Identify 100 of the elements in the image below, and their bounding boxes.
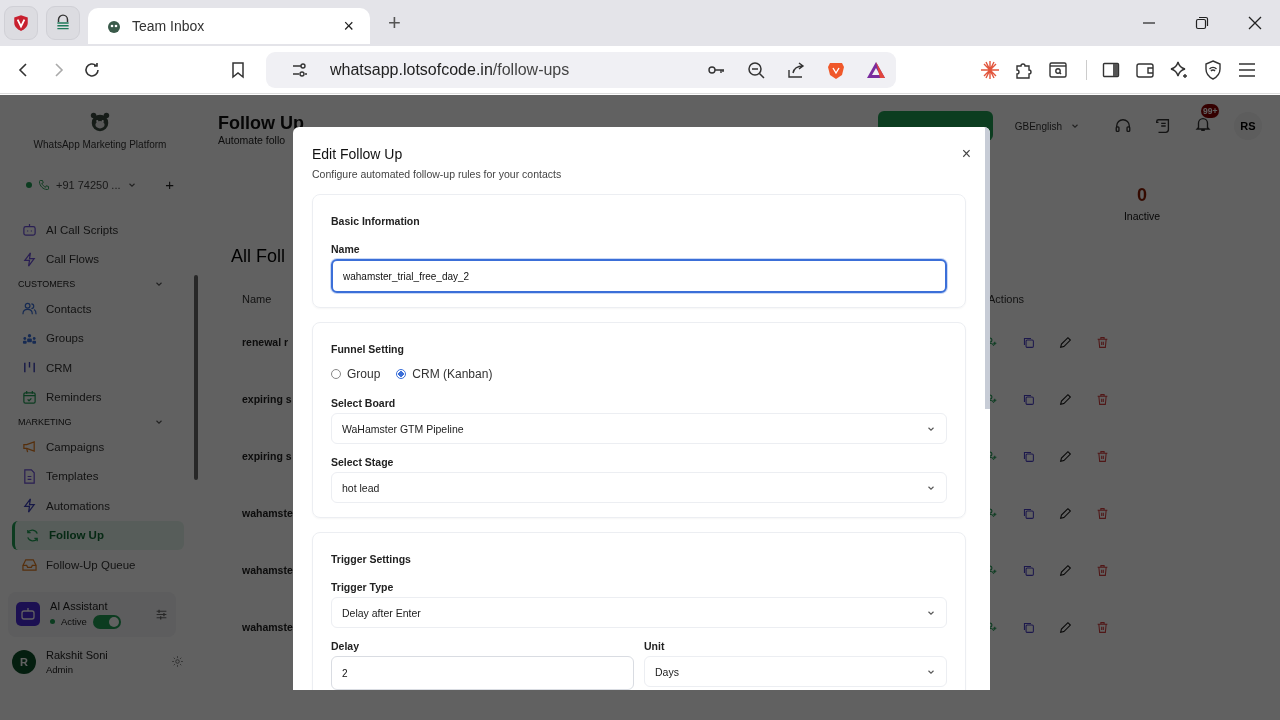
megaphone-icon (22, 439, 37, 455)
brand-name: WhatsApp Marketing Platform (33, 139, 167, 150)
dialog-title: Edit Follow Up (312, 146, 403, 162)
field-label: Select Board (331, 397, 397, 409)
nav-item[interactable]: Automations (0, 491, 184, 521)
nav-item[interactable]: CRM (0, 353, 184, 383)
table-cell-text: wahamste (241, 619, 293, 635)
dialog-subtitle: Configure automated follow-up rules for your contacts (312, 168, 563, 180)
column-header: Actions (987, 293, 1025, 307)
nav-item[interactable]: Contacts (0, 294, 184, 324)
trash-icon[interactable] (1096, 450, 1109, 463)
close-icon[interactable] (1248, 16, 1262, 30)
toggle-switch[interactable] (92, 614, 121, 629)
section-heading: Basic Information (331, 215, 421, 227)
edit-icon[interactable] (1059, 507, 1072, 520)
robot-icon (16, 602, 40, 626)
address-bar[interactable]: whatsapp.lotsofcode.in/follow-ups (266, 51, 896, 88)
close-tab-button[interactable]: × (339, 15, 358, 37)
section-heading: Trigger Settings (331, 553, 412, 565)
copy-icon[interactable] (1022, 336, 1035, 349)
nav-item[interactable]: Templates (0, 461, 184, 491)
field-label: Select Stage (331, 456, 395, 468)
close-button[interactable]: × (961, 145, 971, 163)
dropdown[interactable]: WaHamster GTM Pipeline (331, 413, 947, 444)
scrollbar[interactable] (194, 275, 198, 480)
copy-icon[interactable] (1022, 621, 1035, 634)
field-label: Delay (331, 640, 361, 652)
section-heading: Funnel Setting (331, 343, 405, 355)
field-label: Unit (644, 640, 666, 652)
table-cell-text: renewal r (241, 334, 289, 350)
radio-option[interactable]: CRM (Kanban) (396, 367, 493, 381)
headset-icon[interactable] (1114, 117, 1132, 135)
sparkle-icon[interactable] (980, 59, 1000, 80)
nav-item[interactable]: Call Flows (0, 244, 184, 274)
status-dot (50, 619, 55, 624)
phone-icon (38, 178, 50, 191)
bell-icon[interactable] (1194, 115, 1212, 133)
people-icon (22, 301, 37, 317)
table-title: All Foll (231, 246, 285, 267)
user-avatar[interactable]: R (12, 649, 36, 674)
trash-icon[interactable] (1096, 621, 1109, 634)
section-heading: CUSTOMERS (18, 279, 76, 289)
nav-item[interactable]: Campaigns (0, 432, 184, 462)
user-name: Rakshit Soni (46, 648, 109, 661)
page-subtitle: Automate follo (218, 133, 287, 146)
zoom-out-icon[interactable] (746, 59, 766, 80)
add-button[interactable]: + (165, 176, 174, 193)
calendar-icon (22, 389, 37, 405)
text-field[interactable]: wahamster_trial_free_day_2 (331, 259, 947, 293)
dropdown[interactable]: Days (644, 656, 947, 687)
scrollbar[interactable] (985, 127, 990, 409)
copy-icon[interactable] (1022, 507, 1035, 520)
new-tab-button[interactable]: + (388, 10, 401, 36)
nav-item[interactable]: AI Call Scripts (0, 215, 184, 245)
table-cell-text: expiring s (241, 391, 292, 407)
nav-item[interactable]: Reminders (0, 382, 184, 412)
scroll-icon[interactable] (1154, 117, 1172, 135)
lock-tab-icon[interactable] (46, 6, 80, 40)
phone-selector[interactable]: +91 74250 ... (26, 178, 137, 191)
dropdown[interactable]: hot lead (331, 472, 947, 503)
nav-item[interactable]: Groups (0, 323, 184, 353)
assistant-status: Active (61, 616, 87, 627)
language-selector[interactable]: GBEnglish (1014, 120, 1080, 132)
settings-icon[interactable] (171, 655, 184, 668)
browser-tab[interactable]: Team Inbox × (88, 8, 370, 44)
nav-item[interactable]: Follow-Up Queue (0, 550, 184, 580)
edit-icon[interactable] (1059, 336, 1072, 349)
shield-tab-icon[interactable] (4, 6, 38, 40)
table-cell-text: wahamste (241, 562, 293, 578)
dropdown[interactable]: Delay after Enter (331, 597, 947, 628)
text-field[interactable]: 2 (331, 656, 634, 690)
radio-option[interactable]: Group (331, 367, 381, 381)
edit-icon[interactable] (1059, 450, 1072, 463)
radio-button[interactable] (396, 369, 407, 379)
assistant-title: AI Assistant (50, 599, 109, 612)
trash-icon[interactable] (1096, 507, 1109, 520)
refresh-icon (25, 527, 40, 543)
trash-icon[interactable] (1096, 393, 1109, 406)
document-icon (22, 468, 37, 484)
robot-icon (22, 222, 37, 238)
restore-icon[interactable] (1195, 16, 1209, 30)
edit-icon[interactable] (1059, 564, 1072, 577)
edit-icon[interactable] (1059, 621, 1072, 634)
copy-icon[interactable] (1022, 393, 1035, 406)
star-sparkle-icon[interactable] (1169, 59, 1189, 80)
copy-icon[interactable] (1022, 564, 1035, 577)
trash-icon[interactable] (1096, 564, 1109, 577)
hamster-icon (106, 18, 122, 34)
notification-badge: 99+ (1201, 104, 1220, 118)
stat-label: Inactive (1123, 210, 1161, 222)
section-heading: MARKETING (18, 417, 72, 427)
nav-item[interactable]: Follow Up (12, 520, 184, 550)
user-role: Admin (46, 663, 74, 675)
copy-icon[interactable] (1022, 450, 1035, 463)
edit-icon[interactable] (1059, 393, 1072, 406)
user-avatar[interactable]: RS (1234, 112, 1262, 140)
search-window-icon[interactable] (1048, 59, 1068, 80)
shield-icon[interactable] (1203, 59, 1223, 80)
trash-icon[interactable] (1096, 336, 1109, 349)
sliders-icon[interactable] (155, 607, 168, 621)
